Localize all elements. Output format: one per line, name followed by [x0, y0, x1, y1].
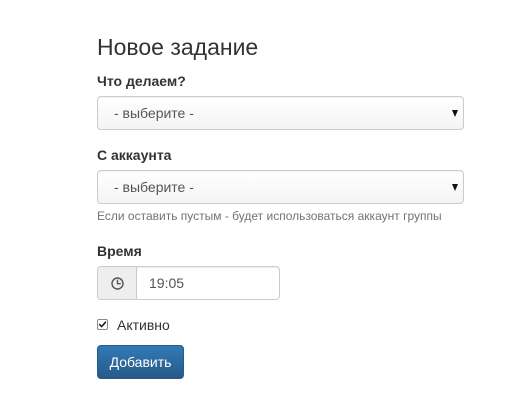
action-select[interactable]: - выберите -	[97, 96, 464, 130]
action-label: Что делаем?	[97, 73, 186, 89]
active-checkbox-label: Активно	[117, 317, 170, 333]
account-help-text: Если оставить пустым - будет использоват…	[97, 209, 442, 223]
active-checkbox[interactable]	[97, 319, 108, 330]
time-input[interactable]	[136, 266, 280, 300]
chevron-down-icon	[452, 110, 458, 117]
chevron-down-icon	[452, 184, 458, 191]
time-addon	[97, 266, 137, 300]
add-button[interactable]: Добавить	[97, 345, 184, 379]
checkmark-icon	[98, 321, 107, 328]
account-label: С аккаунта	[97, 147, 172, 163]
clock-icon	[111, 277, 124, 290]
time-input-group	[97, 266, 280, 300]
page-title: Новое задание	[97, 34, 259, 60]
account-select-value: - выберите -	[114, 179, 194, 195]
action-select-value: - выберите -	[114, 105, 194, 121]
time-label: Время	[97, 243, 142, 259]
account-select[interactable]: - выберите -	[97, 170, 464, 204]
